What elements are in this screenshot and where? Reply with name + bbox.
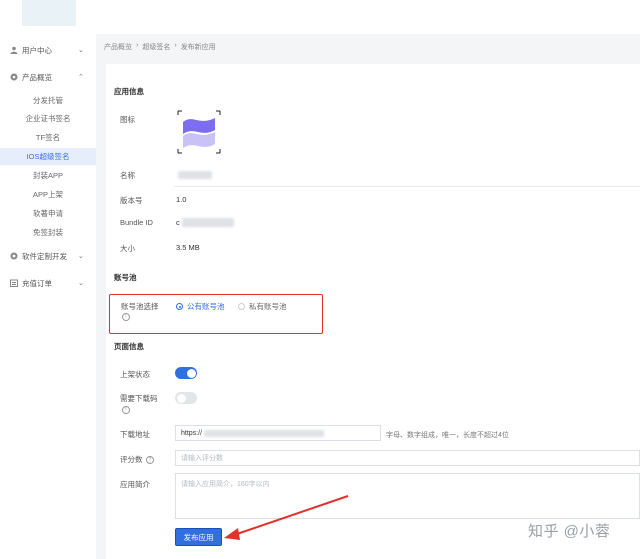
annotation-arrow — [224, 495, 349, 540]
watermark: 知乎 @小蓉 — [528, 523, 611, 540]
